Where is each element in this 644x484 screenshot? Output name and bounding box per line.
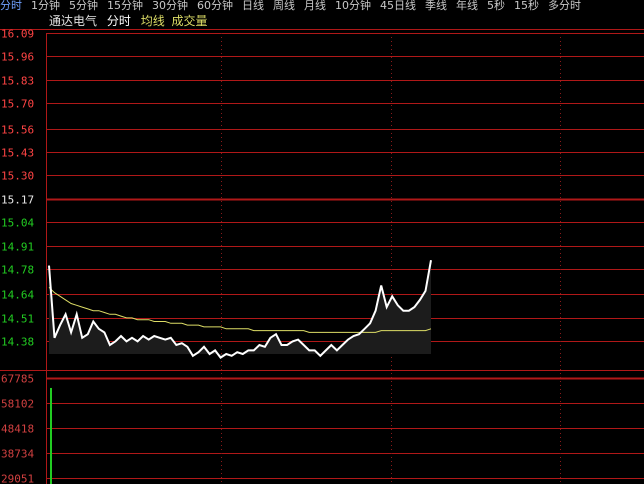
volume-axis: 67785 58102 48418 38734 29051 xyxy=(1,373,34,484)
price-tick-label: 15.96 xyxy=(1,51,34,64)
price-tick-label: 15.83 xyxy=(1,75,34,88)
period-tab[interactable]: 30分钟 xyxy=(152,0,188,11)
price-tick-label: 15.56 xyxy=(1,124,34,137)
period-tab[interactable]: 45日线 xyxy=(380,0,416,11)
price-tick-label: 15.04 xyxy=(1,217,34,230)
period-tab[interactable]: 季线 xyxy=(425,0,447,11)
period-tab[interactable]: 月线 xyxy=(304,0,326,11)
price-area-fill xyxy=(49,260,431,358)
period-tab[interactable]: 15秒 xyxy=(514,0,539,11)
plot-area xyxy=(48,260,432,484)
volume-tick-label: 67785 xyxy=(1,373,34,386)
price-tick-label: 15.43 xyxy=(1,147,34,160)
period-tab[interactable]: 10分钟 xyxy=(335,0,371,11)
period-tab[interactable]: 多分时 xyxy=(548,0,581,11)
price-tick-label: 14.91 xyxy=(1,241,34,254)
period-tab[interactable]: 年线 xyxy=(456,0,478,11)
intraday-chart[interactable]: 16.09 15.96 15.83 15.70 15.56 15.43 15.30 15.17… xyxy=(0,0,644,484)
volume-tick-label: 29051 xyxy=(1,473,34,484)
chart-grid xyxy=(0,29,644,484)
volume-bar xyxy=(50,387,52,484)
stock-name: 通达电气 xyxy=(49,14,98,28)
period-tab[interactable]: 分时 xyxy=(0,0,22,11)
price-tick-label: 14.51 xyxy=(1,313,34,326)
chart-legend: 通达电气 分时 均线 成交量 xyxy=(49,14,214,28)
volume-tick-label: 48418 xyxy=(1,423,34,436)
price-tick-label: 15.70 xyxy=(1,98,34,111)
price-axis: 16.09 15.96 15.83 15.70 15.56 15.43 15.30 15.17… xyxy=(1,28,34,349)
legend-price-label: 分时 xyxy=(106,14,131,28)
period-tab[interactable]: 日线 xyxy=(242,0,264,11)
price-tick-label: 14.64 xyxy=(1,289,34,302)
period-tab[interactable]: 15分钟 xyxy=(107,0,143,11)
period-tab[interactable]: 周线 xyxy=(273,0,295,11)
period-tab[interactable]: 60分钟 xyxy=(197,0,233,11)
price-tick-label: 14.78 xyxy=(1,264,34,277)
price-tick-label: 15.30 xyxy=(1,170,34,183)
volume-tick-label: 38734 xyxy=(1,448,34,461)
period-tab-bar: 分时 1分钟 5分钟 15分钟 30分钟 60分钟 日线 周线 月线 10分钟 45日线 季线 年线 5秒… xyxy=(0,0,644,12)
period-tab[interactable]: 1分钟 xyxy=(31,0,60,11)
volume-tick-label: 58102 xyxy=(1,398,34,411)
legend-volume-label: 成交量 xyxy=(171,14,208,28)
price-tick-label: 16.09 xyxy=(1,28,34,41)
period-tab[interactable]: 5分钟 xyxy=(69,0,98,11)
legend-avg-label: 均线 xyxy=(140,14,165,28)
price-tick-label: 15.17 xyxy=(1,194,34,207)
price-tick-label: 14.38 xyxy=(1,336,34,349)
period-tab[interactable]: 5秒 xyxy=(487,0,505,11)
